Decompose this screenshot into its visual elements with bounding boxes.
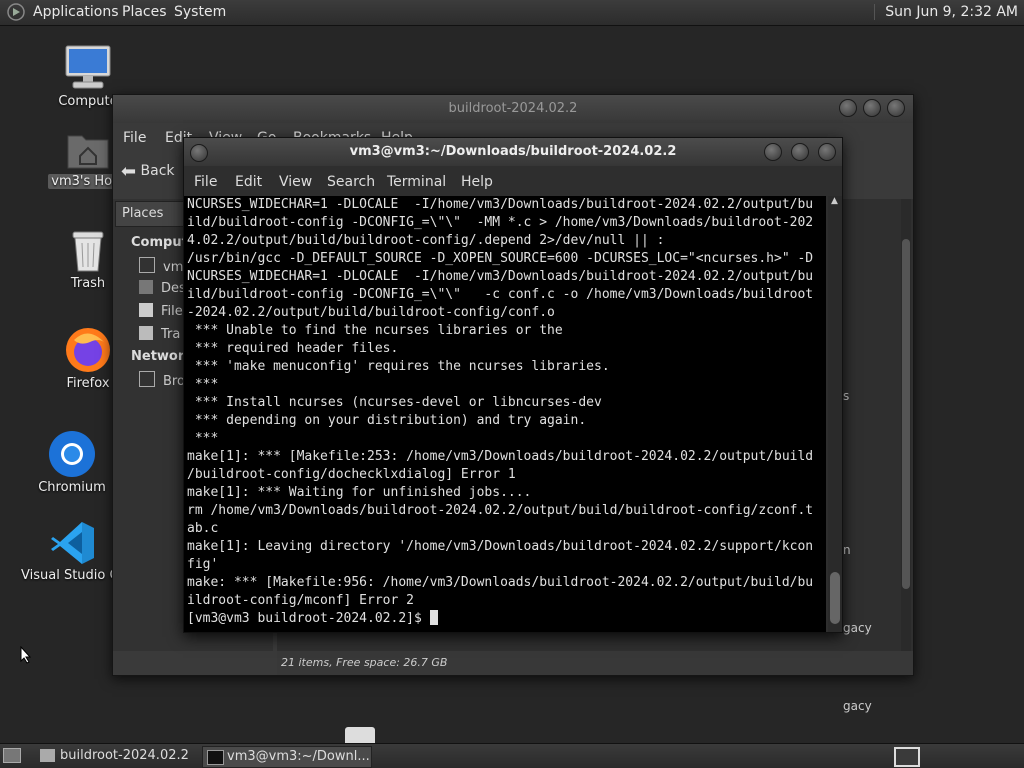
- mouse-pointer-icon: [20, 646, 32, 664]
- taskbar-item-label: vm3@vm3:~/Downl...: [227, 749, 370, 764]
- file-manager-scrollbar[interactable]: [901, 199, 911, 651]
- vscode-icon: [51, 522, 94, 564]
- workspace-switcher[interactable]: [894, 747, 920, 767]
- file-manager-titlebar[interactable]: buildroot-2024.02.2: [113, 95, 913, 123]
- folder-icon: [40, 749, 55, 762]
- sidebar-item-label: Bro: [163, 374, 185, 389]
- sidebar-item-label: File: [161, 304, 183, 319]
- terminal-title: vm3@vm3:~/Downloads/buildroot-2024.02.2: [349, 144, 677, 159]
- file-label-fragment: gacy: [843, 699, 872, 713]
- term-menu-help[interactable]: Help: [461, 174, 493, 190]
- show-desktop-icon[interactable]: [3, 748, 21, 763]
- file-label-fragment: n: [843, 543, 851, 557]
- back-label: Back: [140, 163, 175, 179]
- sidebar-item-label: Tra: [161, 327, 181, 342]
- back-button[interactable]: ⬅ Back: [121, 161, 175, 182]
- sidebar-item-desktop[interactable]: Des: [139, 280, 186, 296]
- terminal-cursor: [429, 610, 438, 625]
- fm-menu-file[interactable]: File: [123, 130, 146, 146]
- desktop-icon-label: Chromium: [38, 480, 106, 495]
- maximize-button[interactable]: [791, 143, 809, 161]
- firefox-icon: [66, 328, 110, 372]
- close-button[interactable]: [887, 99, 905, 117]
- minimize-button[interactable]: [839, 99, 857, 117]
- desktop-icon-chromium[interactable]: Chromium: [24, 430, 120, 495]
- trash-icon: [139, 326, 153, 340]
- chromium-icon: [49, 431, 95, 477]
- term-menu-terminal[interactable]: Terminal: [387, 174, 446, 190]
- term-menu-edit[interactable]: Edit: [235, 174, 262, 190]
- top-panel: Applications Places System Sun Jun 9, 2:…: [0, 0, 1024, 26]
- desktop-icon-label: Firefox: [66, 376, 110, 391]
- term-menu-search[interactable]: Search: [327, 174, 375, 190]
- terminal-scrollbar[interactable]: ▲: [828, 196, 842, 632]
- places-menu[interactable]: Places: [122, 4, 167, 20]
- maximize-button[interactable]: [863, 99, 881, 117]
- terminal-titlebar[interactable]: vm3@vm3:~/Downloads/buildroot-2024.02.2: [184, 138, 842, 166]
- terminal-output[interactable]: NCURSES_WIDECHAR=1 -DLOCALE -I/home/vm3/…: [184, 196, 826, 632]
- places-label: Places: [122, 206, 164, 221]
- scrollbar-thumb[interactable]: [830, 572, 840, 624]
- system-menu[interactable]: System: [174, 4, 226, 20]
- terminal-icon: [207, 750, 224, 765]
- terminal-text: NCURSES_WIDECHAR=1 -DLOCALE -I/home/vm3/…: [187, 197, 814, 626]
- file-manager-title: buildroot-2024.02.2: [448, 101, 578, 116]
- desktop-icon: [139, 280, 153, 294]
- clock[interactable]: Sun Jun 9, 2:32 AM: [874, 4, 1018, 20]
- taskbar-item-file-manager[interactable]: buildroot-2024.02.2: [36, 746, 210, 766]
- file-label-fragment: gacy: [843, 621, 872, 635]
- gnome-foot-icon[interactable]: [7, 3, 25, 21]
- minimize-button[interactable]: [764, 143, 782, 161]
- bottom-panel: buildroot-2024.02.2 vm3@vm3:~/Downl...: [0, 743, 1024, 768]
- window-menu-button[interactable]: [190, 144, 208, 162]
- sidebar-item-browse-network[interactable]: Bro: [139, 371, 185, 389]
- file-manager-statusbar: 21 items, Free space: 26.7 GB: [277, 651, 913, 675]
- drive-icon: [139, 303, 153, 317]
- home-folder-icon: [67, 135, 109, 169]
- scroll-up-arrow-icon[interactable]: ▲: [831, 196, 838, 206]
- term-menu-file[interactable]: File: [194, 174, 217, 190]
- desktop-icon-label: Compute: [58, 94, 118, 109]
- home-icon: [139, 257, 155, 273]
- back-arrow-icon: ⬅: [121, 161, 137, 182]
- term-menu-view[interactable]: View: [279, 174, 312, 190]
- computer-icon: [65, 45, 111, 89]
- taskbar-item-label: buildroot-2024.02.2: [60, 748, 189, 763]
- close-button[interactable]: [818, 143, 836, 161]
- scrollbar-thumb[interactable]: [902, 239, 910, 589]
- applications-menu[interactable]: Applications: [33, 4, 119, 20]
- sidebar-item-filesystem[interactable]: File: [139, 303, 183, 319]
- terminal-window[interactable]: vm3@vm3:~/Downloads/buildroot-2024.02.2 …: [183, 137, 843, 633]
- terminal-menubar: File Edit View Search Terminal Help: [184, 168, 842, 194]
- network-icon: [139, 371, 155, 387]
- sidebar-item-trash[interactable]: Tra: [139, 326, 180, 342]
- desktop-icon-label: Trash: [70, 276, 106, 291]
- trash-icon: [72, 231, 104, 272]
- file-label-fragment: s: [843, 389, 850, 403]
- taskbar-item-terminal[interactable]: vm3@vm3:~/Downl...: [202, 746, 372, 768]
